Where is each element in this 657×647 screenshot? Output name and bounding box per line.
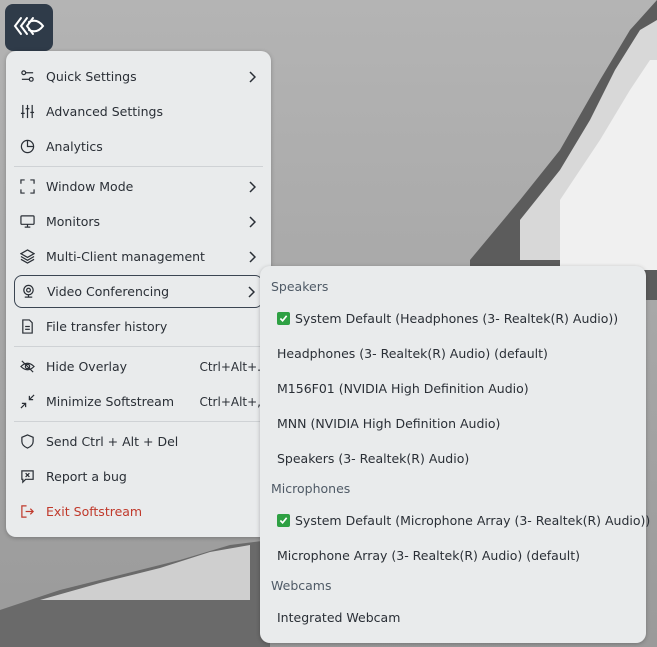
- webcams-header: Webcams: [271, 578, 332, 593]
- menu-item-label: Quick Settings: [46, 69, 137, 84]
- speakers-header: Speakers: [271, 279, 329, 294]
- sliders-toggle-icon: [19, 68, 36, 85]
- menu-item-monitors[interactable]: Monitors: [14, 206, 263, 237]
- speaker-option-label: System Default (Headphones (3- Realtek(R…: [295, 311, 619, 326]
- menu-item-label: Send Ctrl + Alt + Del: [46, 434, 179, 449]
- monitor-icon: [19, 213, 36, 230]
- menu-item-label: Analytics: [46, 139, 103, 154]
- speaker-option[interactable]: Headphones (3- Realtek(R) Audio) (defaul…: [277, 346, 548, 361]
- speaker-option-label: MNN (NVIDIA High Definition Audio): [277, 416, 501, 431]
- checkmark-icon: [277, 514, 290, 527]
- eye-off-icon: [19, 358, 36, 375]
- menu-item-label: File transfer history: [46, 319, 168, 334]
- menu-item-report-bug[interactable]: Report a bug: [14, 461, 263, 492]
- menu-divider: [14, 166, 263, 167]
- chevron-right-icon: [245, 70, 259, 84]
- menu-item-video-conferencing[interactable]: Video Conferencing: [14, 275, 263, 308]
- softstream-logo-button[interactable]: [5, 4, 53, 51]
- chevron-right-icon: [244, 285, 258, 299]
- speaker-option[interactable]: Speakers (3- Realtek(R) Audio): [277, 451, 469, 466]
- bug-report-icon: [19, 468, 36, 485]
- menu-item-label: Multi-Client management: [46, 249, 205, 264]
- menu-item-window-mode[interactable]: Window Mode: [14, 171, 263, 202]
- fullscreen-corners-icon: [19, 178, 36, 195]
- webcam-icon: [20, 283, 37, 300]
- menu-divider: [14, 421, 263, 422]
- menu-item-multi-client[interactable]: Multi-Client management: [14, 241, 263, 272]
- chevron-right-icon: [245, 250, 259, 264]
- microphones-header: Microphones: [271, 481, 351, 496]
- menu-item-analytics[interactable]: Analytics: [14, 131, 263, 162]
- video-conferencing-submenu: Speakers System Default (Headphones (3- …: [260, 266, 650, 643]
- webcam-option-label: Integrated Webcam: [277, 610, 401, 625]
- menu-item-minimize-softstream[interactable]: Minimize Softstream Ctrl+Alt+,: [14, 386, 263, 417]
- menu-item-advanced-settings[interactable]: Advanced Settings: [14, 96, 263, 127]
- menu-item-file-transfer-history[interactable]: File transfer history: [14, 311, 263, 342]
- softstream-logo-icon: [12, 16, 46, 39]
- logout-icon: [19, 503, 36, 520]
- webcam-option[interactable]: Integrated Webcam: [277, 610, 400, 625]
- pie-chart-icon: [19, 138, 36, 155]
- menu-item-label: Hide Overlay: [46, 359, 128, 374]
- menu-item-hide-overlay[interactable]: Hide Overlay Ctrl+Alt+.: [14, 351, 263, 382]
- speaker-option[interactable]: System Default (Headphones (3- Realtek(R…: [277, 311, 618, 326]
- menu-item-label: Advanced Settings: [46, 104, 163, 119]
- menu-item-label: Monitors: [46, 214, 101, 229]
- menu-item-label: Report a bug: [46, 469, 127, 484]
- menu-item-label: Minimize Softstream: [46, 394, 174, 409]
- speaker-option-label: Headphones (3- Realtek(R) Audio) (defaul…: [277, 346, 548, 361]
- equalizer-icon: [19, 103, 36, 120]
- menu-item-quick-settings[interactable]: Quick Settings: [14, 61, 263, 92]
- shortcut-label: Ctrl+Alt+,: [199, 394, 261, 409]
- minimize-arrows-icon: [19, 393, 36, 410]
- menu-item-label: Exit Softstream: [46, 504, 143, 519]
- softstream-menu: Quick Settings Advanced Settings Analyti…: [6, 51, 271, 537]
- shield-icon: [19, 433, 36, 450]
- speaker-option[interactable]: M156F01 (NVIDIA High Definition Audio): [277, 381, 529, 396]
- menu-divider: [14, 346, 263, 347]
- speaker-option-label: M156F01 (NVIDIA High Definition Audio): [277, 381, 529, 396]
- shortcut-label: Ctrl+Alt+.: [199, 359, 261, 374]
- microphone-option-label: Microphone Array (3- Realtek(R) Audio) (…: [277, 548, 580, 563]
- chevron-right-icon: [245, 180, 259, 194]
- menu-item-label: Window Mode: [46, 179, 134, 194]
- menu-item-exit-softstream[interactable]: Exit Softstream: [14, 496, 263, 527]
- microphone-option[interactable]: System Default (Microphone Array (3- Rea…: [277, 513, 650, 528]
- speaker-option[interactable]: MNN (NVIDIA High Definition Audio): [277, 416, 500, 431]
- layers-icon: [19, 248, 36, 265]
- menu-item-label: Video Conferencing: [47, 284, 170, 299]
- microphone-option[interactable]: Microphone Array (3- Realtek(R) Audio) (…: [277, 548, 580, 563]
- menu-item-send-ctrl-alt-del[interactable]: Send Ctrl + Alt + Del: [14, 426, 263, 457]
- speaker-option-label: Speakers (3- Realtek(R) Audio): [277, 451, 470, 466]
- checkmark-icon: [277, 312, 290, 325]
- microphone-option-label: System Default (Microphone Array (3- Rea…: [295, 513, 651, 528]
- chevron-right-icon: [245, 215, 259, 229]
- document-icon: [19, 318, 36, 335]
